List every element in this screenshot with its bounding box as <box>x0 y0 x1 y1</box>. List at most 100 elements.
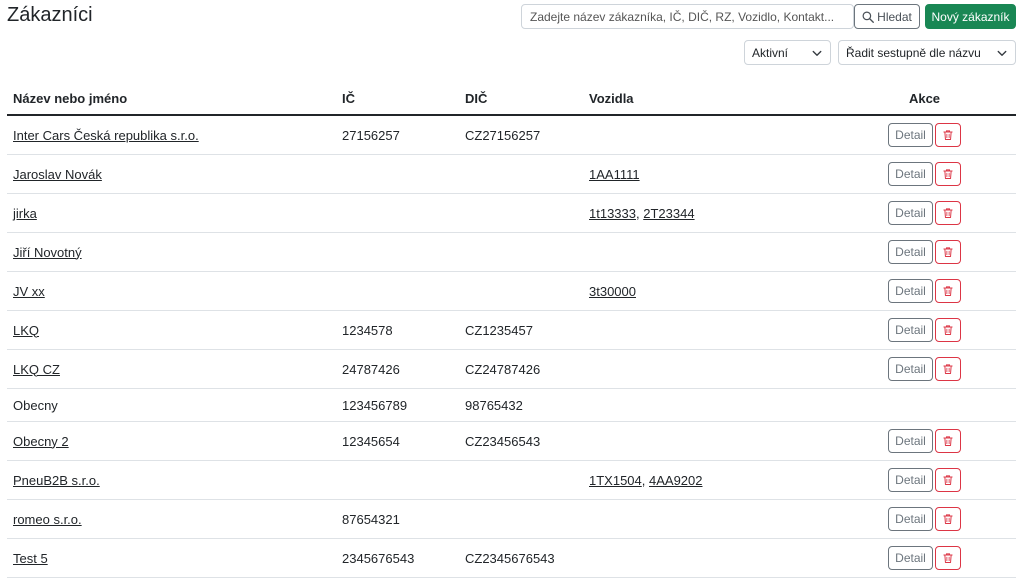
customer-name-cell: LKQ CZ <box>7 349 336 389</box>
table-row: Jaroslav Novák 1AA1111 Detail <box>7 154 1016 194</box>
customer-name-link[interactable]: Test 5 <box>13 551 48 566</box>
column-header-actions: Akce <box>833 82 1016 116</box>
search-input[interactable] <box>521 4 854 29</box>
vehicle-link[interactable]: 4AA9202 <box>649 473 703 488</box>
delete-button[interactable] <box>935 123 961 147</box>
customer-vehicles-cell: 1t13333, 2T23344 <box>583 193 833 233</box>
customer-ic-cell <box>336 460 459 500</box>
table-row: Test 5 2345676543 CZ2345676543 Detail <box>7 538 1016 578</box>
customer-dic-cell <box>459 460 583 500</box>
new-customer-button[interactable]: Nový zákazník <box>925 4 1016 29</box>
detail-button[interactable]: Detail <box>888 357 933 381</box>
table-row: Jiří Novotný Detail <box>7 232 1016 272</box>
detail-button[interactable]: Detail <box>888 240 933 264</box>
detail-button[interactable]: Detail <box>888 429 933 453</box>
trash-icon <box>943 325 953 335</box>
table-row: LKQ CZ 24787426 CZ24787426 Detail <box>7 349 1016 389</box>
table-row: Obecny 2 12345654 CZ23456543 Detail <box>7 421 1016 461</box>
trash-icon <box>943 514 953 524</box>
delete-button[interactable] <box>935 429 961 453</box>
customer-name-link[interactable]: LKQ CZ <box>13 362 60 377</box>
delete-button[interactable] <box>935 546 961 570</box>
delete-button[interactable] <box>935 279 961 303</box>
detail-button[interactable]: Detail <box>888 279 933 303</box>
customer-vehicles-cell <box>583 388 833 422</box>
vehicle-link[interactable]: 1t13333 <box>589 206 636 221</box>
customer-ic-cell <box>336 154 459 194</box>
column-header-dic: DIČ <box>459 82 583 116</box>
customer-name-link[interactable]: LKQ <box>13 323 39 338</box>
detail-button[interactable]: Detail <box>888 201 933 225</box>
detail-button[interactable]: Detail <box>888 546 933 570</box>
search-button[interactable]: Hledat <box>854 4 920 29</box>
customer-dic-cell <box>459 499 583 539</box>
customer-actions-cell: Detail <box>833 499 1016 539</box>
vehicle-link[interactable]: 1TX1504 <box>589 473 642 488</box>
status-select-value: Aktivní <box>752 45 789 60</box>
customer-actions-cell: Detail <box>833 421 1016 461</box>
customer-name-link[interactable]: Jaroslav Novák <box>13 167 102 182</box>
customer-vehicles-cell <box>583 499 833 539</box>
detail-button[interactable]: Detail <box>888 318 933 342</box>
customer-name-link[interactable]: jirka <box>13 206 37 221</box>
customer-actions-cell: Detail <box>833 193 1016 233</box>
customer-vehicles-cell: 1TX1504, 4AA9202 <box>583 460 833 500</box>
column-header-vehicles: Vozidla <box>583 82 833 116</box>
chevron-down-icon <box>997 50 1007 56</box>
vehicle-link[interactable]: 2T23344 <box>643 206 694 221</box>
customer-actions-cell: Detail <box>833 538 1016 578</box>
delete-button[interactable] <box>935 240 961 264</box>
vehicle-link[interactable]: 1AA1111 <box>589 167 640 182</box>
customer-dic-cell: CZ27156257 <box>459 115 583 155</box>
customer-actions-cell <box>833 388 1016 422</box>
customer-ic-cell: 12345654 <box>336 421 459 461</box>
trash-icon <box>943 247 953 257</box>
customer-name-cell: Test 5 <box>7 538 336 578</box>
delete-button[interactable] <box>935 468 961 492</box>
customer-name-cell: Jaroslav Novák <box>7 154 336 194</box>
customer-dic-cell: CZ23456543 <box>459 421 583 461</box>
customer-ic-cell: 24787426 <box>336 349 459 389</box>
table-row: jirka 1t13333, 2T23344 Detail <box>7 193 1016 233</box>
detail-button[interactable]: Detail <box>888 162 933 186</box>
delete-button[interactable] <box>935 318 961 342</box>
customer-ic-cell: 2345676543 <box>336 538 459 578</box>
customer-dic-cell <box>459 154 583 194</box>
customer-name-cell: jirka <box>7 193 336 233</box>
customer-actions-cell: Detail <box>833 310 1016 350</box>
customer-name-link: Obecny <box>13 397 58 413</box>
trash-icon <box>943 436 953 446</box>
delete-button[interactable] <box>935 507 961 531</box>
customer-actions-cell: Detail <box>833 115 1016 155</box>
customer-name-link[interactable]: Obecny 2 <box>13 434 69 449</box>
customer-name-link[interactable]: romeo s.r.o. <box>13 512 82 527</box>
customer-name-link[interactable]: Jiří Novotný <box>13 245 82 260</box>
detail-button[interactable]: Detail <box>888 123 933 147</box>
vehicle-separator: , <box>641 472 649 488</box>
trash-icon <box>943 208 953 218</box>
vehicle-link[interactable]: 3t30000 <box>589 284 636 299</box>
customers-table: Název nebo jméno IČ DIČ Vozidla Akce Int… <box>7 82 1016 578</box>
delete-button[interactable] <box>935 162 961 186</box>
sort-select[interactable]: Řadit sestupně dle názvu <box>838 40 1016 65</box>
customer-vehicles-cell <box>583 349 833 389</box>
customer-name-cell: romeo s.r.o. <box>7 499 336 539</box>
page-title: Zákazníci <box>7 4 93 26</box>
delete-button[interactable] <box>935 201 961 225</box>
customer-name-cell: LKQ <box>7 310 336 350</box>
customer-name-link[interactable]: JV xx <box>13 284 45 299</box>
chevron-down-icon <box>812 50 822 56</box>
delete-button[interactable] <box>935 357 961 381</box>
table-body: Inter Cars Česká republika s.r.o. 2715625… <box>7 115 1016 578</box>
customer-ic-cell: 123456789 <box>336 388 459 422</box>
search-icon <box>862 11 875 23</box>
customer-vehicles-cell <box>583 538 833 578</box>
customer-name-cell: Inter Cars Česká republika s.r.o. <box>7 115 336 155</box>
customer-name-link[interactable]: Inter Cars Česká republika s.r.o. <box>13 128 199 143</box>
status-select[interactable]: Aktivní <box>744 40 831 65</box>
customer-name-link[interactable]: PneuB2B s.r.o. <box>13 473 100 488</box>
detail-button[interactable]: Detail <box>888 507 933 531</box>
customer-ic-cell: 1234578 <box>336 310 459 350</box>
detail-button[interactable]: Detail <box>888 468 933 492</box>
customer-dic-cell: CZ24787426 <box>459 349 583 389</box>
